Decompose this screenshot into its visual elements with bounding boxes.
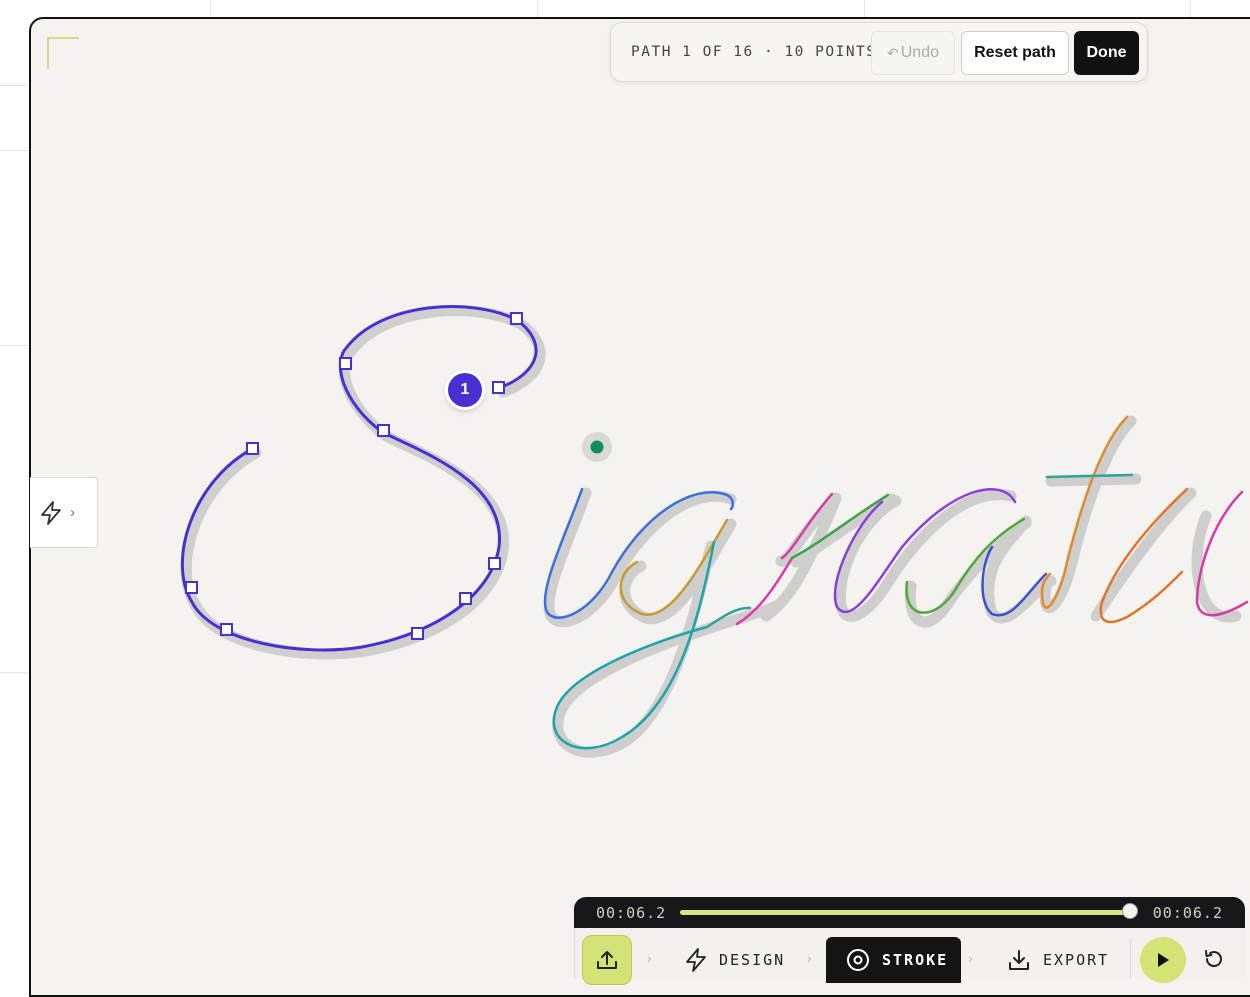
undo-button[interactable]: ↶ Undo: [871, 31, 955, 75]
reset-path-label: Reset path: [974, 44, 1056, 61]
total-time: 00:06.2: [1152, 904, 1223, 922]
workflow-stepbar: › DESIGN › STROKE › EXPORT: [574, 928, 1246, 985]
signature-canvas[interactable]: [29, 17, 1250, 997]
lightning-icon: [686, 948, 706, 972]
step-separator-icon: ›: [647, 950, 652, 966]
step-separator-icon: ›: [968, 950, 973, 966]
step-export-label: EXPORT: [1043, 951, 1110, 969]
control-point[interactable]: [459, 592, 472, 605]
control-point[interactable]: [488, 557, 501, 570]
step-stroke[interactable]: STROKE: [826, 937, 961, 983]
download-icon: [1009, 950, 1029, 970]
upload-button[interactable]: [582, 935, 632, 985]
control-point[interactable]: [339, 357, 352, 370]
stepbar-divider: [1130, 938, 1131, 978]
control-point[interactable]: [246, 442, 259, 455]
timeline-track[interactable]: [680, 910, 1130, 915]
play-icon: [1158, 953, 1169, 967]
side-panel-toggle[interactable]: ›: [30, 477, 98, 548]
control-points[interactable]: [185, 312, 523, 640]
lightning-icon: [41, 500, 61, 525]
path-start-dot[interactable]: [590, 440, 604, 454]
step-stroke-label: STROKE: [882, 951, 949, 969]
current-time: 00:06.2: [596, 904, 667, 922]
undo-icon: ↶: [887, 44, 899, 61]
signature-artwork[interactable]: [31, 19, 1250, 997]
target-icon: [847, 949, 869, 971]
control-point[interactable]: [377, 424, 390, 437]
path-number-badge[interactable]: 1: [448, 373, 482, 407]
control-point[interactable]: [185, 581, 198, 594]
done-label: Done: [1086, 44, 1127, 61]
undo-label: Undo: [900, 44, 939, 61]
replay-icon: [1205, 950, 1222, 968]
step-separator-icon: ›: [807, 950, 812, 966]
timeline-progress: [680, 910, 1130, 915]
reset-path-button[interactable]: Reset path: [961, 31, 1069, 75]
play-button[interactable]: [1140, 937, 1186, 983]
control-point[interactable]: [220, 623, 233, 636]
timeline-scrubber[interactable]: [1122, 903, 1138, 919]
chevron-right-icon: ›: [70, 504, 75, 521]
playback-timeline: 00:06.2 00:06.2: [574, 897, 1245, 928]
step-export[interactable]: EXPORT: [1007, 937, 1109, 983]
control-point[interactable]: [510, 312, 523, 325]
control-point[interactable]: [411, 627, 424, 640]
done-button[interactable]: Done: [1074, 31, 1139, 75]
path-number-label: 1: [460, 381, 470, 398]
path-info: PATH 1 OF 16 · 10 POINTS: [631, 44, 877, 60]
control-point[interactable]: [492, 381, 505, 394]
step-design-label: DESIGN: [719, 951, 786, 969]
upload-icon: [597, 951, 617, 969]
replay-button[interactable]: [1203, 948, 1225, 975]
path-edit-toolbar: PATH 1 OF 16 · 10 POINTS ↶ Undo Reset pa…: [610, 22, 1148, 82]
step-design[interactable]: DESIGN: [685, 937, 785, 983]
